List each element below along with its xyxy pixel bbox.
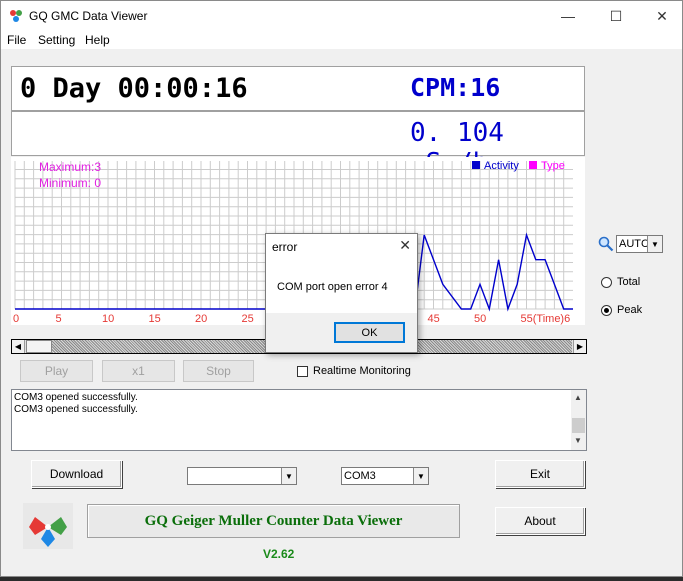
download-button[interactable]: Download xyxy=(31,460,122,488)
port-select[interactable]: COM3 ▼ xyxy=(341,467,429,485)
file-select[interactable]: ▼ xyxy=(187,467,297,485)
chevron-down-icon[interactable]: ▼ xyxy=(281,468,296,484)
app-banner: GQ Geiger Muller Counter Data Viewer xyxy=(87,504,460,538)
dialog-close-icon[interactable]: ✕ xyxy=(399,237,411,254)
dialog-title: error xyxy=(272,240,298,254)
log-line: COM3 opened successfully. xyxy=(14,404,138,415)
scroll-thumb[interactable] xyxy=(26,340,52,353)
close-button[interactable]: ✕ xyxy=(639,1,683,31)
minimize-icon: — xyxy=(561,8,575,24)
gq-logo xyxy=(23,503,73,549)
legend-swatch xyxy=(529,161,537,169)
chart-maximum-label: Maximum:3 xyxy=(39,160,101,174)
x-tick-label: 50 xyxy=(474,313,486,325)
x-tick-label: 25 xyxy=(242,313,254,325)
scroll-up-arrow-icon[interactable]: ▲ xyxy=(574,393,582,402)
error-dialog: error ✕ COM port open error 4 OK xyxy=(265,233,418,353)
legend-label: Activity xyxy=(484,160,519,172)
maximize-button[interactable]: ☐ xyxy=(593,1,639,31)
play-button[interactable]: Play xyxy=(20,360,93,382)
app-window: GQ GMC Data Viewer — ☐ ✕ File Setting He… xyxy=(0,0,683,577)
scale-select[interactable]: AUTC ▼ xyxy=(616,235,663,253)
exit-button[interactable]: Exit xyxy=(495,460,585,488)
realtime-monitoring-label: Realtime Monitoring xyxy=(313,365,411,377)
legend-swatch xyxy=(472,161,480,169)
elapsed-time: 0 Day 00:00:16 xyxy=(20,73,248,104)
menu-bar: File Setting Help xyxy=(1,31,682,49)
log-line: COM3 opened successfully. xyxy=(14,392,138,403)
scroll-left-arrow-icon[interactable]: ◀ xyxy=(12,340,25,353)
menu-help[interactable]: Help xyxy=(85,33,110,47)
cpm-readout: CPM:16 xyxy=(410,73,501,102)
total-radio[interactable] xyxy=(601,277,612,288)
version-label: V2.62 xyxy=(263,547,295,561)
x-tick-label: 45 xyxy=(428,313,440,325)
peak-radio[interactable] xyxy=(601,305,612,316)
ok-button[interactable]: OK xyxy=(334,322,405,343)
x-tick-label: 15 xyxy=(149,313,161,325)
menu-setting[interactable]: Setting xyxy=(38,33,75,47)
x-tick-label: 20 xyxy=(195,313,207,325)
app-icon xyxy=(10,10,22,22)
chevron-down-icon[interactable]: ▼ xyxy=(413,468,428,484)
stop-button[interactable]: Stop xyxy=(183,360,254,382)
peak-radio-label: Peak xyxy=(617,304,643,316)
log-scrollbar[interactable]: ▲ ▼ xyxy=(571,390,586,450)
log-textbox[interactable]: COM3 opened successfully. COM3 opened su… xyxy=(11,389,587,451)
x-tick-label: 10 xyxy=(102,313,114,325)
minimize-button[interactable]: — xyxy=(545,1,591,31)
dialog-title-bar[interactable]: error ✕ xyxy=(266,234,417,259)
log-scroll-thumb[interactable] xyxy=(572,418,585,433)
scale-select-value: AUTC xyxy=(619,238,649,250)
window-title: GQ GMC Data Viewer xyxy=(29,9,148,23)
dialog-footer: OK xyxy=(266,313,417,352)
menu-file[interactable]: File xyxy=(7,33,26,47)
about-button[interactable]: About xyxy=(495,507,585,535)
chevron-down-icon[interactable]: ▼ xyxy=(647,236,662,252)
speed-x1-button[interactable]: x1 xyxy=(102,360,175,382)
dialog-message: COM port open error 4 xyxy=(277,281,388,293)
x-tick-label: 0 xyxy=(13,313,19,325)
x-tick-label: 55(Time)6 xyxy=(521,313,571,325)
chart-minimum-label: Minimum: 0 xyxy=(39,176,101,190)
port-select-value: COM3 xyxy=(344,470,376,482)
x-tick-label: 5 xyxy=(56,313,62,325)
close-icon: ✕ xyxy=(656,7,668,24)
dose-display: 0. 104 uSv/h xyxy=(11,111,585,178)
legend-label: Type xyxy=(541,160,565,172)
total-radio-label: Total xyxy=(617,276,641,288)
scroll-down-arrow-icon[interactable]: ▼ xyxy=(574,436,582,445)
maximize-icon: ☐ xyxy=(609,7,623,24)
magnifier-icon xyxy=(598,236,614,252)
scroll-right-arrow-icon[interactable]: ▶ xyxy=(573,340,586,353)
time-display: 0 Day 00:00:16 CPM:16 xyxy=(11,66,585,111)
realtime-monitoring-checkbox[interactable] xyxy=(297,366,308,377)
title-bar[interactable]: GQ GMC Data Viewer — ☐ ✕ xyxy=(1,1,682,31)
